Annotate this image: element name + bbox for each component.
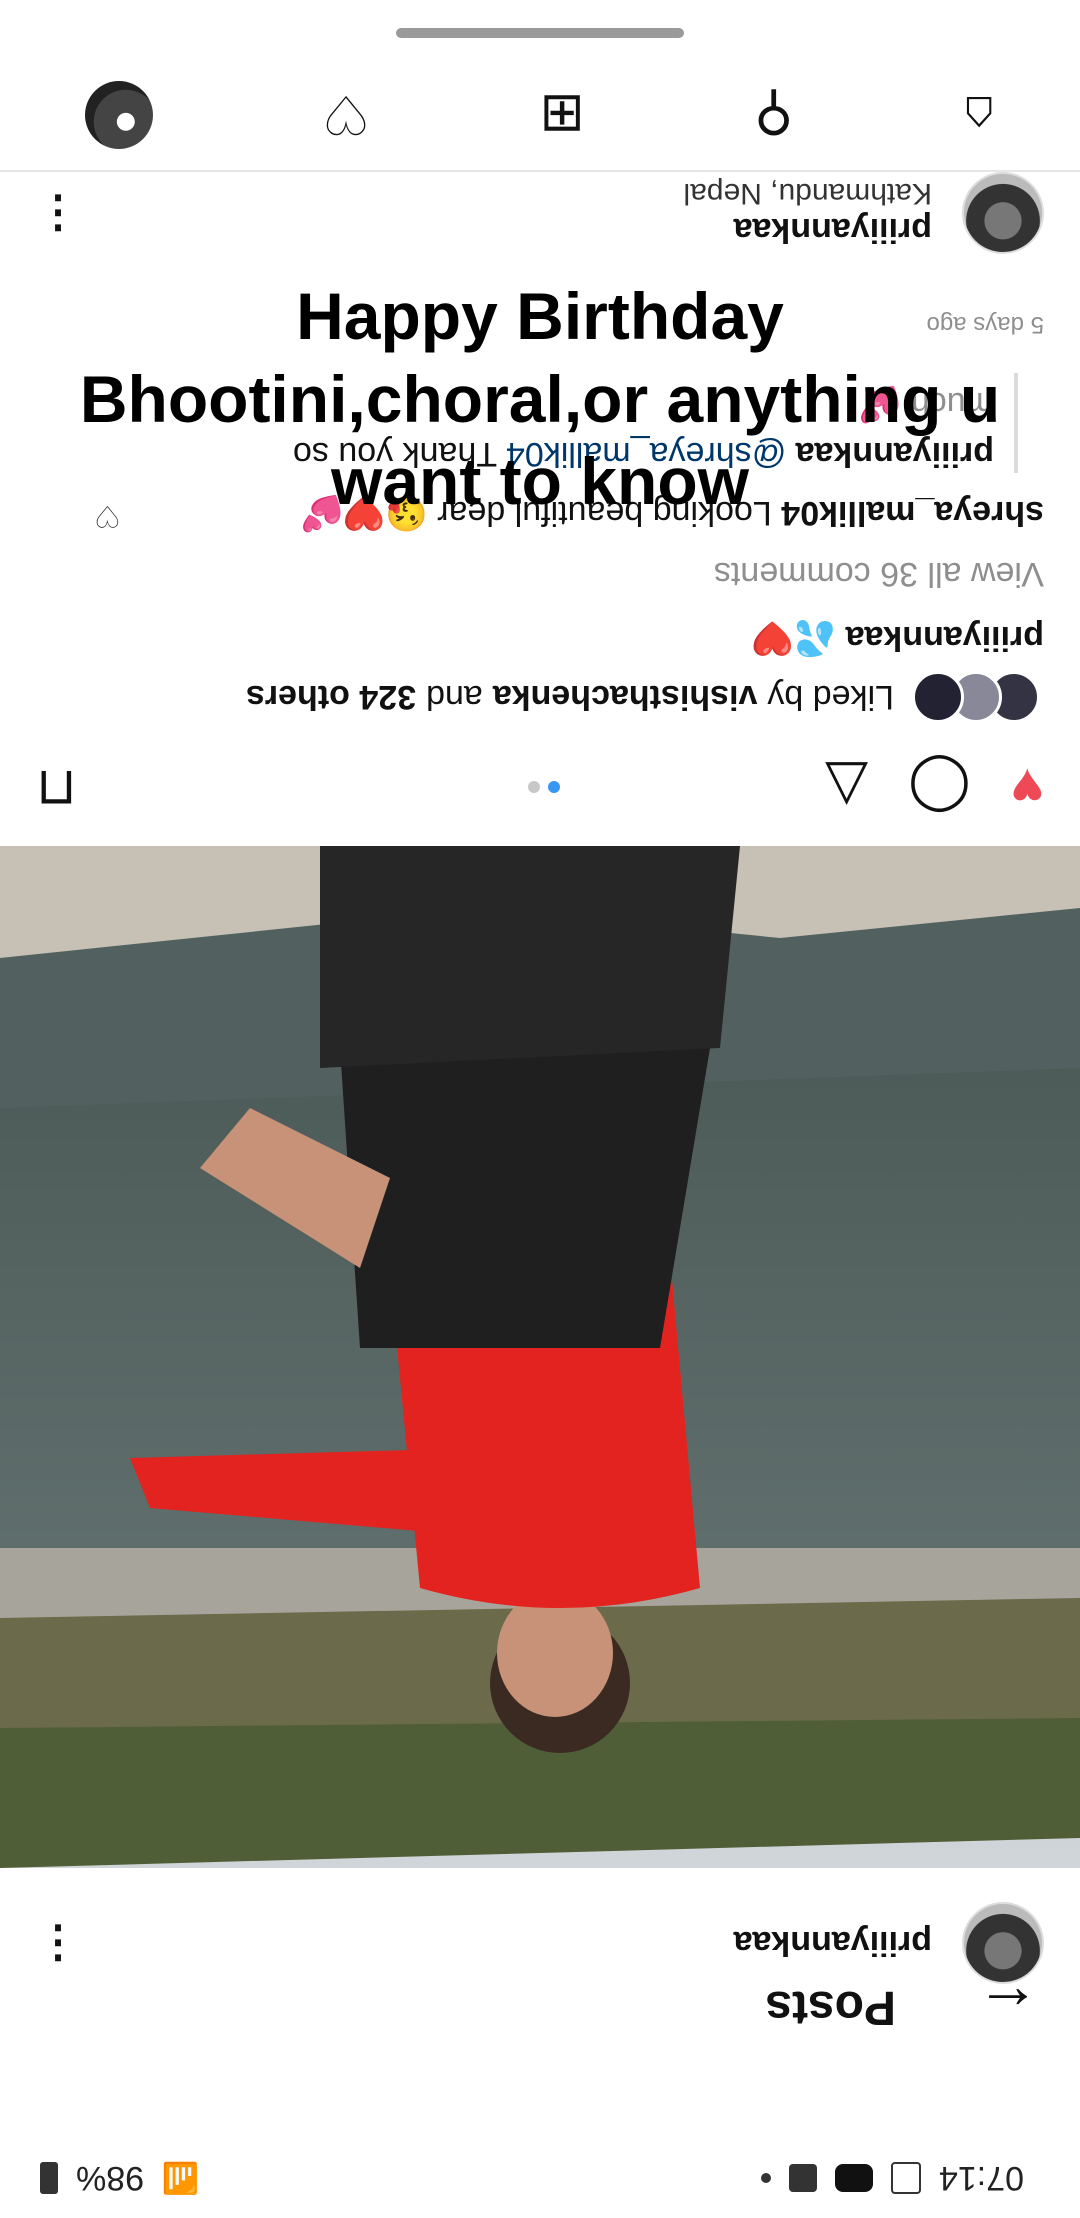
overlay-line-1: Happy Birthday (296, 279, 784, 353)
carousel-indicator (528, 781, 560, 793)
like-heart-icon[interactable]: ♥ (1011, 757, 1044, 820)
more-options-icon[interactable]: ⋮ (36, 1919, 80, 1968)
battery-level: 98% (76, 2159, 145, 2198)
post-photo[interactable] (0, 846, 1080, 1868)
profile-avatar[interactable] (84, 81, 153, 149)
activity-heart-icon[interactable]: ♡ (322, 84, 370, 147)
status-bar: 07:14 📶 98% (0, 2138, 1080, 2218)
liked-by-user[interactable]: vishisthachenka (493, 678, 758, 717)
comment-icon[interactable]: ◯ (908, 757, 971, 820)
search-icon[interactable]: ⚲ (754, 84, 794, 147)
caption-text: 💦❤️ (751, 619, 837, 657)
liked-by[interactable]: Liked by vishisthachenka and 324 others (246, 671, 1040, 723)
next-post-header: priiiyannkaa ⋮ (0, 1888, 1080, 1998)
birthday-overlay-text: Happy Birthday Bhootini,choral,or anythi… (70, 275, 1010, 523)
avatar[interactable] (962, 1902, 1044, 1984)
view-all-comments[interactable]: View all 36 comments (714, 554, 1044, 593)
more-dot-icon (760, 2173, 771, 2183)
more-options-icon[interactable]: ⋮ (36, 189, 80, 238)
bookmark-icon[interactable]: ⊓ (36, 758, 77, 818)
caption: priiiyannkaa 💦❤️ (751, 618, 1044, 658)
post-username[interactable]: priiiyannkaa (734, 1924, 932, 1963)
create-post-icon[interactable]: ⊞ (540, 84, 585, 147)
divider (0, 170, 1080, 172)
post-username[interactable]: priiiyannkaa (684, 211, 932, 250)
carousel-dot (528, 781, 540, 793)
liker-avatar (912, 671, 964, 723)
home-indicator[interactable] (396, 28, 684, 38)
avatar[interactable] (962, 172, 1044, 254)
post-actions: ♥ ◯ △ ⊓ (0, 738, 1080, 838)
home-icon[interactable]: ⌂ (963, 84, 996, 146)
battery-icon (40, 2162, 58, 2194)
bottom-nav: ⌂ ⚲ ⊞ ♡ (0, 60, 1080, 170)
liked-by-prefix: Liked by (767, 678, 894, 717)
youtube-icon (834, 2164, 873, 2192)
post-header: priiiyannkaa Kathmandu, Nepal ⋮ (0, 158, 1080, 268)
liked-by-and: and (426, 678, 483, 717)
share-icon[interactable]: △ (825, 757, 868, 820)
post-location[interactable]: Kathmandu, Nepal (684, 177, 933, 211)
mute-icon (890, 2162, 921, 2194)
caption-username[interactable]: priiiyannkaa (846, 619, 1044, 657)
photo-scene (0, 846, 1080, 1868)
liked-by-others[interactable]: 324 others (246, 678, 416, 717)
status-time: 07:14 (938, 2159, 1024, 2198)
carousel-dot-active (548, 781, 560, 793)
app-icon (788, 2164, 817, 2192)
wifi-icon: 📶 (162, 2161, 200, 2195)
overlay-line-2: Bhootini,choral,or anything u want to kn… (79, 361, 1001, 519)
